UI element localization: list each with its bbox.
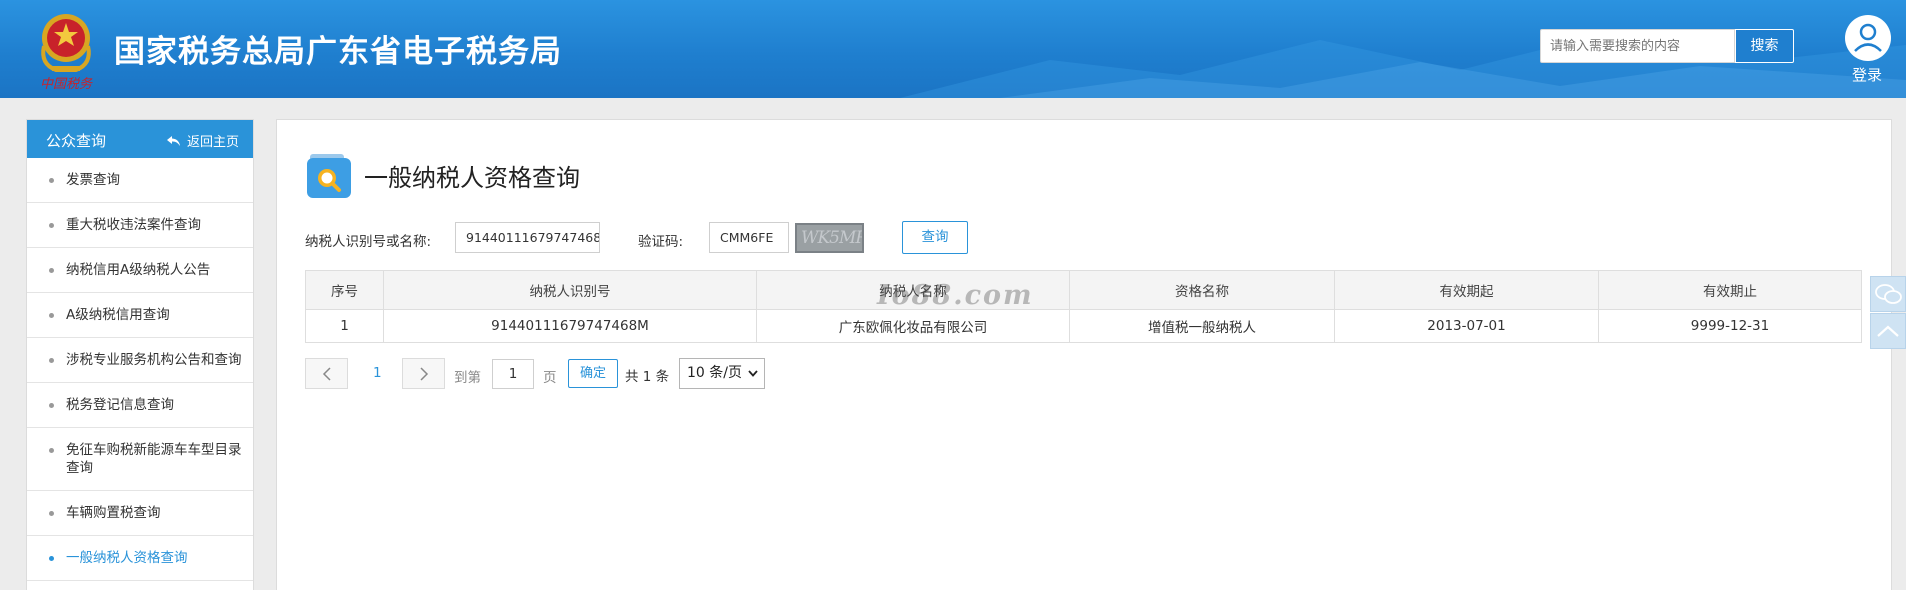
user-avatar-icon[interactable] [1844,14,1892,62]
back-to-top-button[interactable] [1870,313,1906,349]
top-banner: 中国税务 国家税务总局广东省电子税务局 搜索 登录 [0,0,1906,98]
table-cell: 广东欧佩化妆品有限公司 [756,309,1070,343]
back-home-label: 返回主页 [186,135,239,150]
captcha-image-text: WK5MRK [801,228,862,248]
chat-float-button[interactable] [1870,276,1906,312]
chevron-right-icon [419,366,428,381]
query-button[interactable]: 查询 [902,221,968,254]
sidebar-item-label: 税务登记信息查询 [66,397,174,413]
search-folder-icon [307,154,351,198]
total-count: 共 1 条 [625,369,670,385]
chevron-up-icon [1877,325,1899,337]
sidebar: 公众查询 返回主页 发票查询 重大税收违法案件查询 纳税信用A级纳税人公告 A级… [26,119,254,590]
chat-bubble-icon [1875,284,1902,304]
sidebar-item-a-credit-query[interactable]: A级纳税信用查询 [27,293,253,338]
captcha-input[interactable]: CMM6FE [709,222,789,253]
bullet-icon [49,511,54,516]
sidebar-item-major-violation-query[interactable]: 重大税收违法案件查询 [27,203,253,248]
next-page-button[interactable] [402,358,445,389]
back-home-link[interactable]: 返回主页 [166,131,239,150]
sidebar-item-invoice-query[interactable]: 发票查询 [27,158,253,203]
table-cell: 91440111679747468M [383,309,757,343]
sidebar-item-label: 纳税信用A级纳税人公告 [66,262,211,278]
bullet-icon [49,223,54,228]
page-title: 一般纳税人资格查询 [364,164,580,192]
main-panel: 一般纳税人资格查询 纳税人识别号或名称: 91440111679747468M … [276,119,1892,590]
sidebar-item-label: 涉税专业服务机构公告和查询 [66,352,242,368]
sidebar-item-vehicle-purchase-tax[interactable]: 车辆购置税查询 [27,491,253,536]
site-title: 国家税务总局广东省电子税务局 [114,34,562,70]
bullet-icon [49,268,54,273]
search-button[interactable]: 搜索 [1735,29,1794,63]
sidebar-title: 公众查询 [46,132,107,150]
column-header: 纳税人识别号 [383,270,757,310]
captcha-label: 验证码: [638,234,684,250]
sidebar-item-label: 重大税收违法案件查询 [66,217,201,233]
column-header: 有效期起 [1334,270,1599,310]
bullet-icon [49,556,54,561]
table-row: 1 91440111679747468M 广东欧佩化妆品有限公司 增值税一般纳税… [305,309,1862,343]
column-header: 纳税人名称 [756,270,1070,310]
column-header: 有效期止 [1598,270,1862,310]
bullet-icon [49,448,54,453]
sidebar-item-label: 车辆购置税查询 [66,505,161,521]
sidebar-item-new-energy-vehicle-catalog[interactable]: 免征车购税新能源车车型目录查询 [27,428,253,491]
bullet-icon [49,313,54,318]
sidebar-item-label: 发票查询 [66,172,120,188]
captcha-image[interactable]: WK5MRK [795,223,864,253]
table-cell: 1 [305,309,384,343]
table-cell: 增值税一般纳税人 [1069,309,1335,343]
sidebar-item-label: 一般纳税人资格查询 [66,550,188,566]
taxpayer-id-input[interactable]: 91440111679747468M [455,222,600,253]
sidebar-item-label: 免征车购税新能源车车型目录查询 [66,442,242,476]
column-header: 序号 [305,270,384,310]
table-cell: 2013-07-01 [1334,309,1599,343]
page-size-value: 10 条/页 [687,365,742,381]
search-input[interactable] [1540,29,1735,63]
table-cell: 9999-12-31 [1598,309,1862,343]
page-size-select[interactable]: 10 条/页 [679,358,765,389]
sidebar-item-label: A级纳税信用查询 [66,307,170,323]
chevron-down-icon [748,370,758,377]
goto-page-input[interactable]: 1 [492,359,534,389]
back-arrow-icon [166,135,180,146]
sidebar-item-general-taxpayer-query[interactable]: 一般纳税人资格查询 [27,536,253,581]
bullet-icon [49,403,54,408]
svg-text:中国税务: 中国税务 [40,77,93,92]
goto-confirm-button[interactable]: 确定 [568,359,618,388]
goto-label: 到第 [454,370,481,386]
table-header-row: 序号 纳税人识别号 纳税人名称 资格名称 有效期起 有效期止 [305,270,1862,310]
prev-page-button[interactable] [305,358,348,389]
sidebar-item-tax-service-agency[interactable]: 涉税专业服务机构公告和查询 [27,338,253,383]
login-link[interactable]: 登录 [1852,64,1882,85]
sidebar-header: 公众查询 返回主页 [27,120,253,158]
sidebar-menu: 发票查询 重大税收违法案件查询 纳税信用A级纳税人公告 A级纳税信用查询 涉税专… [27,158,253,581]
result-table: 序号 纳税人识别号 纳税人名称 资格名称 有效期起 有效期止 1 9144011… [305,270,1862,343]
sidebar-item-a-credit-announcement[interactable]: 纳税信用A级纳税人公告 [27,248,253,293]
page-number-current[interactable]: 1 [373,365,382,381]
chevron-left-icon [322,366,331,381]
page-unit-label: 页 [543,370,557,386]
taxpayer-id-label: 纳税人识别号或名称: [305,234,432,250]
column-header: 资格名称 [1069,270,1335,310]
bullet-icon [49,178,54,183]
sidebar-item-registration-info[interactable]: 税务登记信息查询 [27,383,253,428]
tax-emblem-logo[interactable]: 中国税务 [30,6,102,92]
bullet-icon [49,358,54,363]
